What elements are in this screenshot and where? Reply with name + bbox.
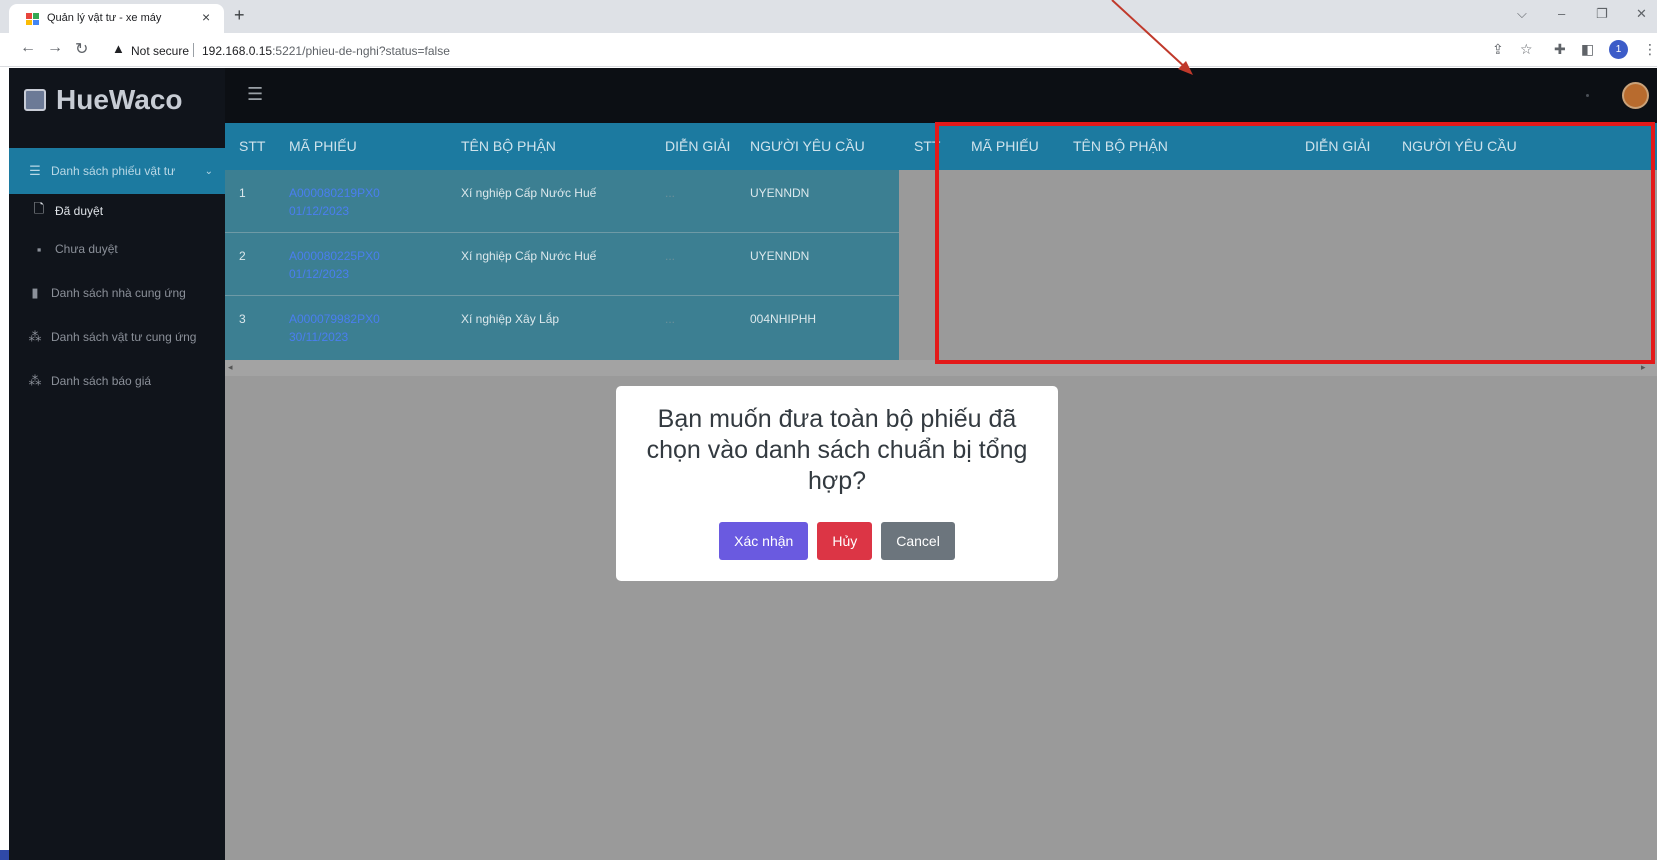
cell-department: Xí nghiệp Xây Lắp xyxy=(461,312,560,326)
document-icon: 🗋 xyxy=(33,201,45,216)
table-row[interactable]: 1 A000080219PX0 01/12/2023 Xí nghiệp Cấp… xyxy=(225,170,899,233)
menu-kebab-icon[interactable]: ⋮ xyxy=(1643,41,1657,58)
nodes-icon: ⁂ xyxy=(28,373,42,388)
column-header-nguoi-yeu-cau[interactable]: NGƯỜI YÊU CẦU xyxy=(750,138,865,154)
close-tab-icon[interactable]: × xyxy=(202,9,210,25)
bar-chart-icon: ▮ xyxy=(31,285,39,300)
dialog-actions: Xác nhận Hủy Cancel xyxy=(616,522,1058,560)
column-header-dien-giai[interactable]: DIỄN GIẢI xyxy=(665,138,730,154)
sidebar-item-nha-cung-ung[interactable]: ▮ Danh sách nhà cung ứng xyxy=(9,276,225,310)
huy-button[interactable]: Hủy xyxy=(817,522,873,560)
sidebar-item-label: Đã duyệt xyxy=(55,204,104,218)
cell-description: ... xyxy=(665,312,676,326)
cell-code-link[interactable]: A000080219PX0 xyxy=(289,186,380,200)
cancel-button[interactable]: Cancel xyxy=(881,522,955,560)
cell-description: ... xyxy=(665,186,676,200)
cell-requester: UYENNDN xyxy=(750,186,810,200)
confirm-button[interactable]: Xác nhận xyxy=(719,522,809,560)
brand[interactable]: HueWaco xyxy=(24,80,183,120)
extensions-icon[interactable]: ✚ xyxy=(1554,41,1566,58)
list-icon: ☰ xyxy=(29,163,41,178)
scroll-left-icon[interactable]: ◂ xyxy=(228,362,233,373)
highlight-annotation xyxy=(935,122,1655,364)
back-icon[interactable]: ← xyxy=(20,39,36,57)
bookmark-star-icon[interactable]: ☆ xyxy=(1520,41,1533,58)
top-header: ☰ xyxy=(225,68,1657,123)
browser-tab-bar: Quản lý vật tư - xe máy × + ⌵ – ❐ ✕ xyxy=(0,0,1657,33)
brand-logo-icon xyxy=(24,89,46,111)
minimize-icon[interactable]: – xyxy=(1558,6,1565,21)
url-text[interactable]: 192.168.0.15:5221/phieu-de-nghi?status=f… xyxy=(202,44,450,58)
sidebar-item-label: Danh sách báo giá xyxy=(51,374,152,388)
status-dot xyxy=(1586,94,1589,97)
url-host: 192.168.0.15 xyxy=(202,44,273,58)
sidebar-item-label: Chưa duyệt xyxy=(55,242,118,256)
cell-date: 01/12/2023 xyxy=(289,267,350,281)
url-path: :5221/phieu-de-nghi?status=false xyxy=(272,44,450,58)
sidebar-item-vat-tu-cung-ung[interactable]: ⁂ Danh sách vật tư cung ứng xyxy=(9,320,225,354)
sidebar-item-bao-gia[interactable]: ⁂ Danh sách báo giá xyxy=(9,364,225,398)
dialog-message: Bạn muốn đưa toàn bộ phiếu đã chọn vào d… xyxy=(646,405,1028,495)
hamburger-menu-icon[interactable]: ☰ xyxy=(247,84,263,105)
column-header-ten-bo-phan[interactable]: TÊN BỘ PHẬN xyxy=(461,138,556,154)
divider xyxy=(193,43,194,57)
column-header-ma-phieu[interactable]: MÃ PHIẾU xyxy=(289,138,357,154)
profile-avatar[interactable]: 1 xyxy=(1609,40,1628,59)
new-tab-button[interactable]: + xyxy=(234,5,245,26)
browser-toolbar: ← → ↻ ▲ Not secure 192.168.0.15:5221/phi… xyxy=(0,33,1657,67)
taskbar-edge xyxy=(0,850,9,860)
not-secure-label: Not secure xyxy=(131,44,190,58)
table-body: 1 A000080219PX0 01/12/2023 Xí nghiệp Cấp… xyxy=(225,170,899,360)
column-header-stt[interactable]: STT xyxy=(239,138,265,154)
cell-stt: 2 xyxy=(239,249,246,263)
forward-icon[interactable]: → xyxy=(47,39,63,57)
confirm-dialog: Bạn muốn đưa toàn bộ phiếu đã chọn vào d… xyxy=(616,386,1058,581)
cell-description: ... xyxy=(665,249,676,263)
tab-title: Quản lý vật tư - xe máy xyxy=(47,12,162,24)
cell-requester: 004NHIPHH xyxy=(750,312,817,326)
sidebar-item-label: Danh sách vật tư cung ứng xyxy=(51,330,197,344)
table-row[interactable]: 2 A000080225PX0 01/12/2023 Xí nghiệp Cấp… xyxy=(225,233,899,296)
cell-requester: UYENNDN xyxy=(750,249,810,263)
restore-icon[interactable]: ❐ xyxy=(1596,6,1608,22)
address-bar[interactable]: ▲ Not secure 192.168.0.15:5221/phieu-de-… xyxy=(104,37,1504,63)
sidebar-item-phieu-vat-tu[interactable]: ☰ Danh sách phiếu vật tư ⌄ xyxy=(9,148,225,194)
sidebar-item-label: Danh sách nhà cung ứng xyxy=(51,286,186,300)
sidebar-item-chua-duyet[interactable]: ▪ Chưa duyệt xyxy=(9,232,225,266)
brand-name: HueWaco xyxy=(56,84,183,115)
screen: Quản lý vật tư - xe máy × + ⌵ – ❐ ✕ ← → … xyxy=(0,0,1657,860)
close-window-icon[interactable]: ✕ xyxy=(1636,6,1647,22)
app-favicon-icon xyxy=(26,13,39,25)
cell-stt: 3 xyxy=(239,312,246,326)
table-row[interactable]: 3 A000079982PX0 30/11/2023 Xí nghiệp Xây… xyxy=(225,296,899,359)
cell-date: 01/12/2023 xyxy=(289,204,350,218)
chevron-down-icon: ⌄ xyxy=(204,165,213,177)
side-panel-icon[interactable]: ◧ xyxy=(1581,41,1594,58)
share-icon[interactable]: ⇪ xyxy=(1492,41,1504,58)
cell-code-link[interactable]: A000079982PX0 xyxy=(289,312,380,326)
sidebar-item-da-duyet[interactable]: 🗋 Đã duyệt xyxy=(9,194,225,228)
reload-icon[interactable]: ↻ xyxy=(75,39,88,59)
browser-tab[interactable]: Quản lý vật tư - xe máy × xyxy=(9,4,224,33)
cell-department: Xí nghiệp Cấp Nước Huế xyxy=(461,186,597,200)
nodes-icon: ⁂ xyxy=(28,329,42,344)
cell-department: Xí nghiệp Cấp Nước Huế xyxy=(461,249,597,263)
cell-stt: 1 xyxy=(239,186,246,200)
sidebar: HueWaco ☰ Danh sách phiếu vật tư ⌄ 🗋 Đã … xyxy=(9,68,225,860)
cell-code-link[interactable]: A000080225PX0 xyxy=(289,249,380,263)
tab-search-icon[interactable]: ⌵ xyxy=(1517,6,1527,22)
document-fill-icon: ▪ xyxy=(36,241,42,257)
cell-date: 30/11/2023 xyxy=(289,330,349,344)
sidebar-item-label: Danh sách phiếu vật tư xyxy=(51,164,176,178)
warning-icon[interactable]: ▲ xyxy=(112,41,125,56)
user-avatar[interactable] xyxy=(1622,82,1649,109)
